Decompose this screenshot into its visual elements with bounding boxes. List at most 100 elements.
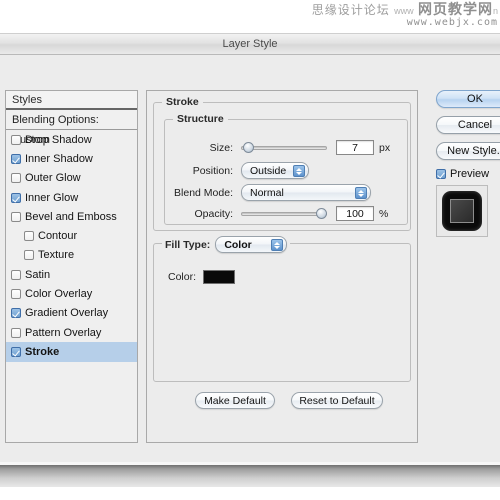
fill-type-dropdown[interactable]: Color	[215, 236, 288, 253]
position-value: Outside	[250, 164, 287, 177]
opacity-input[interactable]: 100	[336, 206, 374, 221]
effect-row-stroke[interactable]: Stroke	[6, 342, 137, 362]
effect-label: Contour	[38, 230, 78, 243]
fill-type-legend: Fill Type: Color	[162, 236, 291, 253]
effect-label: Pattern Overlay	[25, 326, 102, 339]
effect-row-texture[interactable]: Texture	[6, 246, 137, 265]
effect-checkbox[interactable]	[11, 308, 21, 319]
size-label: Size:	[209, 141, 233, 154]
effect-checkbox[interactable]	[11, 211, 21, 222]
effect-checkbox[interactable]	[11, 153, 21, 164]
fill-type-label: Fill Type:	[165, 238, 211, 251]
effect-row-bevel-and-emboss[interactable]: Bevel and Emboss	[6, 207, 137, 226]
stroke-group-legend: Stroke	[162, 96, 203, 108]
chevron-updown-icon	[293, 165, 305, 177]
blend-mode-row: Blend Mode: Normal	[165, 184, 403, 201]
effect-label: Inner Shadow	[25, 152, 93, 165]
position-row: Position: Outside	[165, 162, 403, 179]
effect-row-pattern-overlay[interactable]: Pattern Overlay	[6, 323, 137, 342]
structure-group-legend: Structure	[173, 113, 228, 125]
window-bottom-strip	[0, 465, 500, 487]
blend-mode-dropdown[interactable]: Normal	[241, 184, 371, 201]
size-unit-label: px	[379, 141, 391, 154]
styles-panel-header: Styles	[6, 91, 137, 110]
watermark-line-1: 思缘设计论坛 www 网页教学网n	[312, 2, 498, 17]
color-label: Color:	[168, 271, 197, 283]
reset-to-default-button[interactable]: Reset to Default	[291, 392, 383, 409]
preview-thumbnail-art	[442, 191, 482, 231]
size-row: Size: 7 px	[165, 140, 403, 155]
blend-mode-value: Normal	[250, 186, 284, 199]
blend-mode-label: Blend Mode:	[174, 186, 233, 199]
color-swatch[interactable]	[203, 270, 236, 284]
effect-label: Bevel and Emboss	[25, 210, 117, 223]
new-style-button[interactable]: New Style..	[436, 142, 500, 160]
ok-button[interactable]: OK	[436, 90, 500, 108]
effect-label: Drop Shadow	[25, 133, 92, 146]
effect-row-gradient-overlay[interactable]: Gradient Overlay	[6, 304, 137, 323]
dialog-actions: OK Cancel New Style.. Preview	[436, 90, 500, 237]
effect-checkbox[interactable]	[11, 134, 21, 145]
fill-type-group: Fill Type: Color Color:	[153, 236, 411, 382]
opacity-slider[interactable]	[241, 207, 327, 220]
size-slider-thumb[interactable]	[243, 141, 255, 153]
effect-label: Outer Glow	[25, 172, 81, 185]
make-default-button[interactable]: Make Default	[195, 392, 275, 409]
opacity-row: Opacity: 100 %	[165, 206, 403, 221]
opacity-label: Opacity:	[194, 207, 233, 220]
watermark-site-name: 网页教学网	[417, 1, 493, 17]
effect-checkbox[interactable]	[11, 173, 21, 184]
watermark-forum-name: 思缘设计论坛	[311, 3, 390, 17]
watermark-www: www	[394, 6, 414, 16]
effect-row-inner-shadow[interactable]: Inner Shadow	[6, 149, 137, 168]
watermark-url: www.webjx.com	[406, 16, 498, 28]
preview-row[interactable]: Preview	[436, 168, 500, 180]
effect-checkbox[interactable]	[11, 327, 21, 338]
effect-label: Inner Glow	[25, 191, 79, 204]
size-input[interactable]: 7	[336, 140, 374, 155]
structure-group: Structure Size: 7 px Position: Outside B…	[164, 113, 408, 225]
preview-label: Preview	[450, 168, 490, 180]
stroke-options-panel: Stroke Structure Size: 7 px Position: Ou…	[146, 90, 418, 443]
opacity-unit-label: %	[379, 207, 389, 220]
effect-checkbox[interactable]	[11, 192, 21, 203]
opacity-slider-thumb[interactable]	[316, 207, 327, 219]
styles-panel: Styles Blending Options: Custom Drop Sha…	[5, 90, 138, 443]
effect-row-color-overlay[interactable]: Color Overlay	[6, 284, 137, 303]
effects-list: Drop Shadow Inner Shadow Outer Glow Inner G…	[6, 130, 137, 362]
watermark-tail: n	[492, 6, 498, 16]
cancel-button[interactable]: Cancel	[436, 116, 500, 134]
effect-checkbox[interactable]	[24, 250, 34, 261]
effect-row-satin[interactable]: Satin	[6, 265, 137, 284]
effect-checkbox[interactable]	[11, 289, 21, 300]
effect-label: Satin	[25, 268, 51, 281]
position-dropdown[interactable]: Outside	[241, 162, 309, 179]
effect-row-inner-glow[interactable]: Inner Glow	[6, 188, 137, 207]
effect-checkbox[interactable]	[24, 231, 34, 242]
window-titlebar[interactable]: Layer Style	[0, 34, 500, 55]
layer-style-window: Layer Style Styles Blending Options: Cus…	[0, 33, 500, 466]
blending-options-row[interactable]: Blending Options: Custom	[6, 110, 137, 146]
effect-label: Stroke	[25, 345, 60, 358]
preview-thumbnail	[436, 185, 488, 237]
position-label: Position:	[192, 164, 233, 177]
effect-row-contour[interactable]: Contour	[6, 226, 137, 245]
fill-type-value: Color	[224, 238, 252, 251]
opacity-slider-track[interactable]	[241, 211, 327, 216]
stroke-group: Stroke Structure Size: 7 px Position: Ou…	[153, 96, 411, 231]
effect-checkbox[interactable]	[11, 269, 21, 280]
effect-label: Color Overlay	[25, 288, 93, 301]
window-title: Layer Style	[222, 38, 278, 50]
layer-style-dialog-screenshot: 思缘设计论坛 www 网页教学网n www.webjx.com Layer St…	[0, 0, 500, 500]
color-row: Color:	[168, 270, 236, 284]
effect-row-outer-glow[interactable]: Outer Glow	[6, 169, 137, 188]
size-slider[interactable]	[241, 141, 327, 154]
chevron-updown-icon	[355, 187, 367, 199]
footer-buttons: Make Default Reset to Default	[195, 392, 383, 409]
window-body: Styles Blending Options: Custom Drop Sha…	[0, 55, 500, 466]
preview-checkbox[interactable]	[436, 169, 446, 179]
effect-label: Texture	[38, 249, 75, 262]
watermark: 思缘设计论坛 www 网页教学网n www.webjx.com	[312, 2, 498, 28]
chevron-updown-icon	[271, 239, 284, 251]
effect-checkbox[interactable]	[11, 346, 21, 357]
